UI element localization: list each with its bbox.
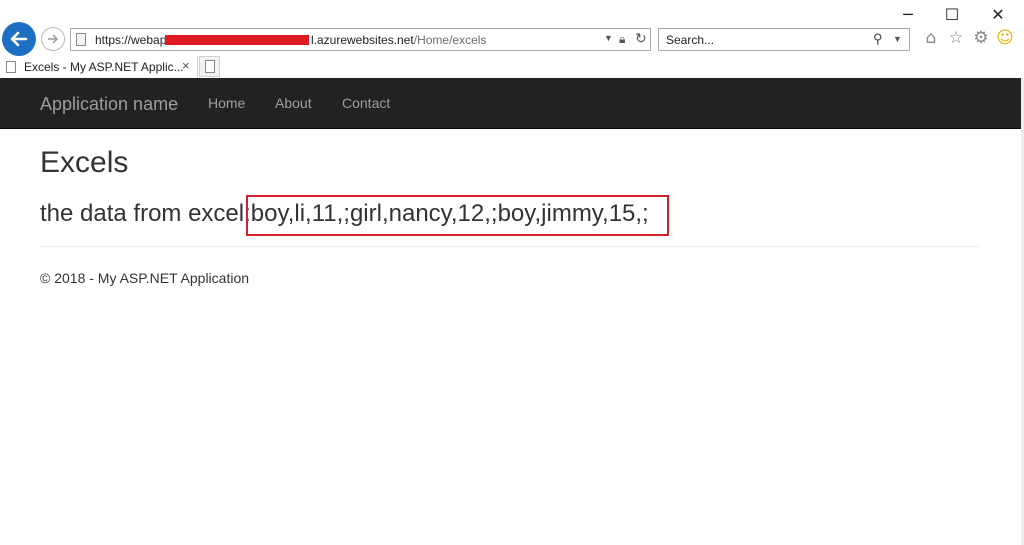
address-dropdown-icon[interactable]: ▼	[604, 33, 613, 43]
search-placeholder: Search...	[666, 33, 715, 47]
excel-data-label: the data from excel:	[40, 200, 251, 227]
maximize-button[interactable]: ☐	[932, 4, 972, 26]
tab-page-icon	[6, 61, 16, 73]
url-prefix: https://webap	[95, 33, 167, 47]
forward-arrow-icon	[48, 34, 59, 44]
footer-copyright: © 2018 - My ASP.NET Application	[40, 270, 250, 286]
nav-link-home[interactable]: Home	[208, 95, 245, 111]
search-dropdown-icon[interactable]: ▼	[893, 34, 902, 44]
tab-close-icon[interactable]: ×	[182, 58, 190, 73]
forward-button[interactable]	[41, 27, 65, 51]
search-box[interactable]: Search... ⚲ ▼	[658, 28, 910, 51]
browser-tab-excels[interactable]: Excels - My ASP.NET Applic... ×	[0, 56, 198, 78]
new-tab-button[interactable]	[199, 56, 220, 77]
footer-divider	[40, 246, 980, 247]
highlight-annotation-box	[246, 195, 669, 236]
site-navbar: Application name Home About Contact	[0, 78, 1021, 129]
address-bar[interactable]: https://webap l.azurewebsites.net/Home/e…	[70, 28, 651, 51]
star-icon[interactable]: ☆	[946, 28, 966, 48]
lock-icon[interactable]: 🔒︎	[619, 32, 625, 47]
back-button[interactable]	[2, 22, 36, 56]
url-domain: l.azurewebsites.net	[311, 33, 414, 47]
navbar-brand[interactable]: Application name	[40, 94, 178, 115]
smiley-icon[interactable]: ☺	[995, 28, 1015, 48]
url-redaction	[165, 35, 309, 45]
refresh-icon[interactable]: ↻	[635, 30, 647, 47]
nav-link-contact[interactable]: Contact	[342, 95, 390, 111]
tab-title: Excels - My ASP.NET Applic...	[24, 60, 184, 74]
search-icon[interactable]: ⚲	[873, 31, 883, 47]
back-arrow-icon	[10, 31, 28, 47]
url-rest: l.azurewebsites.net/Home/excels	[311, 33, 486, 47]
url-path: /Home/excels	[413, 33, 487, 47]
page-icon	[76, 33, 86, 46]
minimize-button[interactable]: ─	[888, 4, 928, 26]
gear-icon[interactable]: ⚙	[971, 28, 991, 48]
page-title: Excels	[40, 146, 129, 179]
browser-chrome: ─ ☐ ✕ https://webap l.azurewebsites.net/…	[0, 0, 1024, 78]
home-icon[interactable]: ⌂	[921, 28, 941, 48]
new-tab-icon	[205, 60, 215, 73]
close-window-button[interactable]: ✕	[978, 4, 1018, 26]
nav-link-about[interactable]: About	[275, 95, 312, 111]
